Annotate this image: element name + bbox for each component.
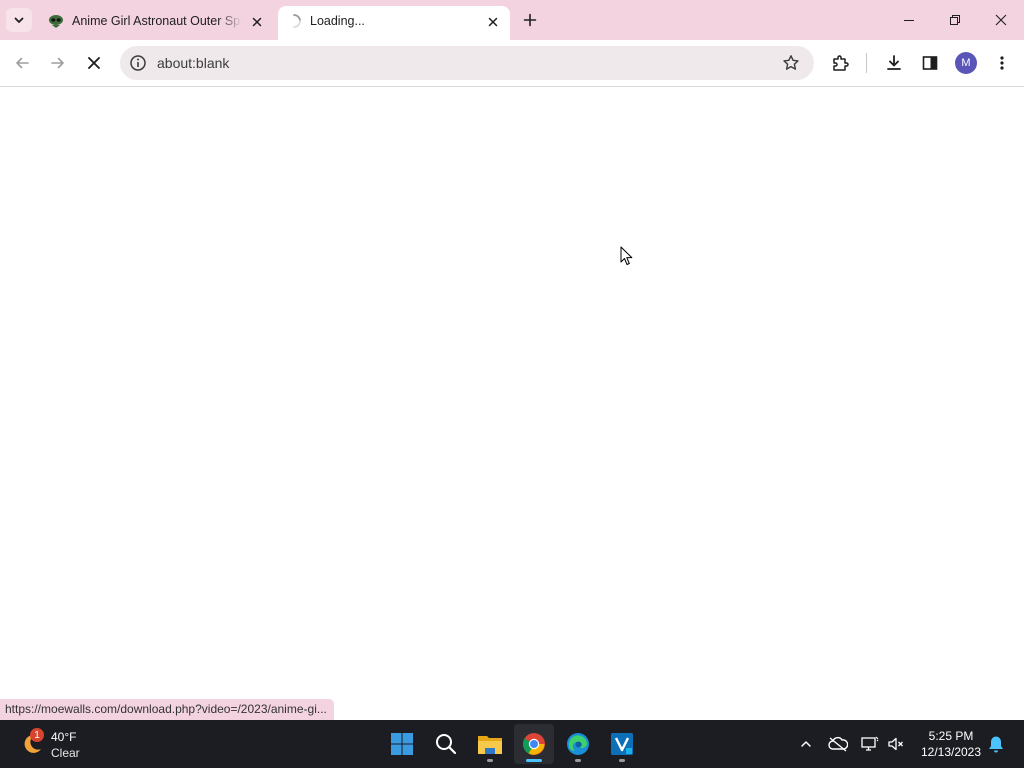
page-viewport[interactable] — [0, 88, 1024, 720]
tab-search-button[interactable] — [6, 8, 32, 32]
edge-button[interactable] — [558, 724, 598, 764]
chrome-icon — [523, 733, 545, 755]
extensions-button[interactable] — [828, 51, 852, 75]
minimize-button[interactable] — [886, 0, 932, 40]
browser-toolbar: about:blank M — [0, 40, 1024, 87]
close-icon — [995, 14, 1007, 26]
side-panel-button[interactable] — [918, 51, 942, 75]
more-vertical-icon — [1000, 56, 1004, 70]
alien-favicon-icon — [48, 13, 64, 29]
tab-strip: Anime Girl Astronaut Outer Space Loading… — [0, 0, 1024, 40]
system-clock[interactable]: 5:25 PM 12/13/2023 — [912, 728, 990, 760]
tab-loading[interactable]: Loading... — [278, 6, 510, 40]
downloads-button[interactable] — [882, 51, 906, 75]
weather-condition: Clear — [51, 746, 80, 760]
edge-icon — [567, 733, 589, 755]
restore-button[interactable] — [932, 0, 978, 40]
notifications-button[interactable] — [984, 732, 1008, 756]
start-button[interactable] — [382, 724, 422, 764]
mouse-cursor-icon — [620, 246, 633, 265]
clock-time: 5:25 PM — [928, 729, 974, 743]
back-button[interactable] — [10, 51, 34, 75]
tab-anime-girl-astronaut[interactable]: Anime Girl Astronaut Outer Space — [40, 6, 274, 40]
tab-title: Loading... — [310, 14, 365, 28]
network-button[interactable] — [858, 732, 882, 756]
profile-avatar[interactable]: M — [955, 52, 977, 74]
stop-loading-button[interactable] — [82, 51, 106, 75]
chevron-down-icon — [14, 17, 24, 23]
running-indicator — [619, 759, 625, 762]
close-tab-icon[interactable] — [248, 13, 266, 31]
weather-widget[interactable]: 1 40°F Clear — [18, 726, 108, 762]
running-indicator — [526, 759, 542, 762]
show-hidden-icons-button[interactable] — [794, 732, 818, 756]
address-bar[interactable]: about:blank — [120, 46, 814, 80]
loading-spinner-icon — [286, 13, 302, 29]
chevron-up-icon — [801, 741, 811, 747]
weather-temperature: 40°F — [51, 730, 77, 744]
running-indicator — [487, 759, 493, 762]
minimize-icon — [904, 20, 914, 21]
side-panel-icon — [922, 56, 938, 70]
puzzle-icon — [833, 55, 849, 71]
visio-icon — [611, 733, 633, 755]
toolbar-divider — [866, 53, 867, 73]
search-icon — [436, 734, 457, 755]
forward-button[interactable] — [46, 51, 70, 75]
folder-icon — [478, 736, 502, 754]
windows-logo-icon — [391, 733, 413, 755]
bell-icon — [989, 736, 1003, 753]
clock-date: 12/13/2023 — [920, 745, 982, 759]
arrow-left-icon — [16, 57, 29, 69]
weather-alert-badge: 1 — [30, 728, 44, 742]
bookmark-star-icon[interactable] — [782, 54, 800, 72]
speaker-muted-icon — [888, 737, 903, 751]
cloud-offline-icon — [828, 736, 848, 752]
arrow-right-icon — [51, 57, 64, 69]
tab-title: Anime Girl Astronaut Outer Space — [72, 14, 242, 28]
stop-icon — [88, 57, 100, 69]
taskbar: 1 40°F Clear 5:25 PM 12/13/2023 — [0, 720, 1024, 768]
onedrive-button[interactable] — [826, 732, 850, 756]
file-explorer-button[interactable] — [470, 724, 510, 764]
download-icon — [887, 55, 901, 70]
url-text[interactable]: about:blank — [157, 55, 229, 71]
network-icon — [861, 736, 879, 751]
chrome-button[interactable] — [514, 724, 554, 764]
info-icon[interactable] — [129, 54, 147, 72]
new-tab-button[interactable] — [520, 10, 540, 30]
close-tab-icon[interactable] — [484, 13, 502, 31]
running-indicator — [575, 759, 581, 762]
menu-button[interactable] — [990, 51, 1014, 75]
status-bubble: https://moewalls.com/download.php?video=… — [0, 699, 334, 720]
restore-icon — [950, 15, 960, 25]
visio-button[interactable] — [602, 724, 642, 764]
volume-button[interactable] — [884, 732, 908, 756]
taskbar-search-button[interactable] — [426, 724, 466, 764]
close-window-button[interactable] — [978, 0, 1024, 40]
plus-icon — [523, 13, 537, 27]
